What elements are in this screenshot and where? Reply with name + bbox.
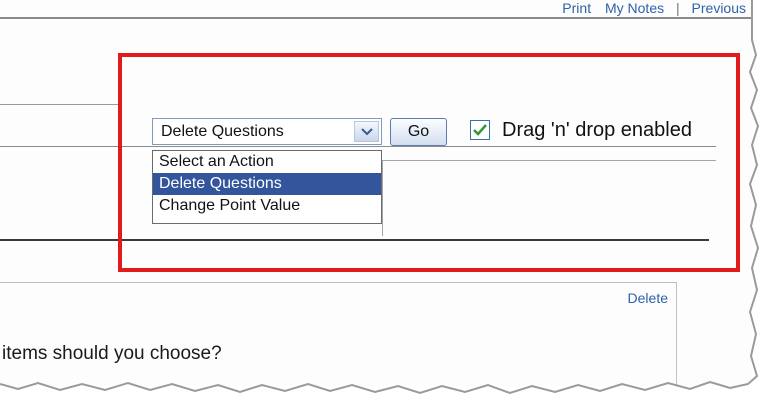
delete-question-link[interactable]: Delete (628, 290, 668, 306)
section-divider (0, 104, 120, 105)
option-change-point-value[interactable]: Change Point Value (153, 195, 381, 217)
option-select-an-action[interactable]: Select an Action (153, 151, 381, 173)
dropdown-arrow-button[interactable] (354, 121, 379, 142)
action-select[interactable]: Delete Questions (152, 118, 382, 145)
question-panel (0, 282, 677, 386)
previous-link[interactable]: Previous (692, 1, 746, 16)
my-notes-link[interactable]: My Notes (605, 1, 664, 16)
page: Print My Notes | Previous Delete items s… (0, 0, 752, 386)
print-link[interactable]: Print (562, 1, 591, 16)
question-text: items should you choose? (2, 343, 222, 364)
list-divider (0, 239, 709, 241)
checkmark-icon (473, 124, 487, 136)
drag-drop-label: Drag 'n' drop enabled (502, 119, 692, 141)
nav-separator: | (676, 1, 680, 16)
top-nav: Print My Notes | Previous (562, 1, 746, 17)
question-list-panel (382, 160, 716, 236)
action-dropdown-list: Select an Action Delete Questions Change… (152, 150, 382, 224)
drag-drop-checkbox[interactable] (470, 120, 490, 140)
header-divider (0, 17, 752, 19)
action-select-value: Delete Questions (161, 123, 284, 140)
go-button[interactable]: Go (390, 118, 447, 146)
chevron-down-icon (360, 127, 373, 135)
toolbar-divider (0, 146, 716, 147)
option-delete-questions[interactable]: Delete Questions (153, 173, 381, 195)
